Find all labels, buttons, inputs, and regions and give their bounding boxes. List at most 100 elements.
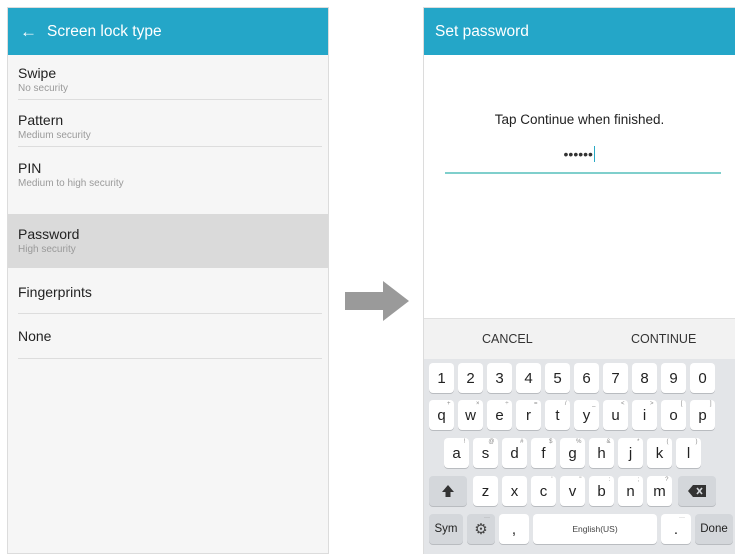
option-password[interactable]: Password High security bbox=[8, 214, 328, 268]
key-k[interactable]: (k bbox=[647, 438, 672, 468]
key-l[interactable]: ) l bbox=[676, 438, 701, 468]
password-field[interactable]: •••••• bbox=[424, 146, 735, 162]
key-i[interactable]: > i bbox=[632, 400, 657, 430]
key-q[interactable]: + q bbox=[429, 400, 454, 430]
settings-key[interactable]: ··· ⚙ bbox=[467, 514, 495, 544]
cancel-button[interactable]: CANCEL bbox=[482, 332, 533, 346]
period-key[interactable]: ··· . bbox=[661, 514, 691, 544]
continue-button[interactable]: CONTINUE bbox=[631, 332, 696, 346]
backspace-key[interactable] bbox=[678, 476, 716, 506]
key-4[interactable]: 4 bbox=[516, 363, 541, 393]
key-label: d bbox=[510, 444, 519, 462]
key-a[interactable]: ! a bbox=[444, 438, 469, 468]
key-c[interactable]: ' c bbox=[531, 476, 556, 506]
key-d[interactable]: # d bbox=[502, 438, 527, 468]
screen-lock-type-screen: ← Screen lock type Swipe No security Pat… bbox=[7, 7, 329, 554]
key-label: n bbox=[626, 482, 635, 500]
key-hint: ) bbox=[695, 439, 698, 445]
key-label: q bbox=[437, 406, 446, 424]
key-hint: % bbox=[576, 439, 582, 445]
key-hint: > bbox=[649, 401, 654, 407]
key-hint: ! bbox=[463, 439, 466, 445]
key-7[interactable]: 7 bbox=[603, 363, 628, 393]
key-3[interactable]: 3 bbox=[487, 363, 512, 393]
key-hint: [ bbox=[680, 401, 683, 407]
option-subtitle: Medium security bbox=[18, 130, 91, 141]
key-label: y bbox=[582, 406, 591, 424]
key-hint: = bbox=[533, 401, 538, 407]
option-pattern[interactable]: Pattern Medium security bbox=[8, 100, 328, 147]
key-z[interactable]: z bbox=[473, 476, 498, 506]
key-5[interactable]: 5 bbox=[545, 363, 570, 393]
comma-key[interactable]: , bbox=[499, 514, 529, 544]
key-label: g bbox=[568, 444, 577, 462]
key-s[interactable]: @ s bbox=[473, 438, 498, 468]
key-hint: ··· bbox=[679, 515, 685, 521]
key-v[interactable]: " v bbox=[560, 476, 585, 506]
space-key[interactable]: English(US) bbox=[533, 514, 657, 544]
key-o[interactable]: [o bbox=[661, 400, 686, 430]
key-w[interactable]: × w bbox=[458, 400, 483, 430]
key-hint: ; bbox=[637, 477, 640, 483]
password-value: •••••• bbox=[563, 146, 593, 162]
key-m[interactable]: ? m bbox=[647, 476, 672, 506]
option-title: Swipe bbox=[18, 65, 57, 81]
key-label: j bbox=[628, 444, 633, 462]
password-underline bbox=[445, 172, 721, 174]
key-hint: × bbox=[475, 401, 480, 407]
key-e[interactable]: ÷ e bbox=[487, 400, 512, 430]
key-label: w bbox=[465, 406, 476, 424]
right-arrow-icon bbox=[345, 281, 409, 321]
key-hint: & bbox=[606, 439, 611, 445]
key-hint: # bbox=[520, 439, 524, 445]
key-hint: < bbox=[620, 401, 625, 407]
option-pin[interactable]: PIN Medium to high security bbox=[8, 147, 328, 194]
key-n[interactable]: ; n bbox=[618, 476, 643, 506]
key-hint: ] bbox=[709, 401, 712, 407]
back-arrow-icon[interactable]: ← bbox=[20, 23, 37, 40]
key-j[interactable]: * j bbox=[618, 438, 643, 468]
key-hint: @ bbox=[488, 439, 495, 445]
key-1[interactable]: 1 bbox=[429, 363, 454, 393]
shift-key[interactable] bbox=[429, 476, 467, 506]
key-g[interactable]: % g bbox=[560, 438, 585, 468]
key-hint: " bbox=[579, 477, 582, 483]
keyboard: 1 2 3 4 5 6 7 8 9 0 + q × w ÷ e = r / t _ y < u… bbox=[424, 359, 735, 554]
key-9[interactable]: 9 bbox=[661, 363, 686, 393]
key-label: r bbox=[526, 406, 531, 424]
page-title: Screen lock type bbox=[47, 22, 162, 40]
key-2[interactable]: 2 bbox=[458, 363, 483, 393]
key-hint: + bbox=[446, 401, 451, 407]
key-label: b bbox=[597, 482, 606, 500]
key-label: e bbox=[495, 406, 504, 424]
key-x[interactable]: x bbox=[502, 476, 527, 506]
option-subtitle: No security bbox=[18, 83, 69, 94]
key-0[interactable]: 0 bbox=[690, 363, 715, 393]
app-bar: ← Screen lock type bbox=[8, 8, 328, 55]
key-p[interactable]: ] p bbox=[690, 400, 715, 430]
key-r[interactable]: = r bbox=[516, 400, 541, 430]
key-b[interactable]: :b bbox=[589, 476, 614, 506]
key-label: p bbox=[698, 406, 707, 424]
key-f[interactable]: $ f bbox=[531, 438, 556, 468]
key-label: x bbox=[510, 482, 519, 500]
key-h[interactable]: & h bbox=[589, 438, 614, 468]
key-hint: ··· bbox=[484, 515, 490, 521]
key-y[interactable]: _ y bbox=[574, 400, 599, 430]
key-6[interactable]: 6 bbox=[574, 363, 599, 393]
option-fingerprints[interactable]: Fingerprints bbox=[8, 268, 328, 314]
key-t[interactable]: / t bbox=[545, 400, 570, 430]
key-8[interactable]: 8 bbox=[632, 363, 657, 393]
key-label: f bbox=[541, 444, 546, 462]
option-none[interactable]: None bbox=[8, 314, 328, 359]
key-u[interactable]: < u bbox=[603, 400, 628, 430]
key-label: l bbox=[686, 444, 691, 462]
key-label: . bbox=[673, 520, 679, 538]
option-title: Password bbox=[18, 226, 80, 242]
sym-key[interactable]: Sym bbox=[429, 514, 463, 544]
key-label: t bbox=[555, 406, 560, 424]
done-key[interactable]: Done bbox=[695, 514, 733, 544]
option-swipe[interactable]: Swipe No security bbox=[8, 55, 328, 100]
option-subtitle: Medium to high security bbox=[18, 178, 124, 189]
key-label: o bbox=[669, 406, 678, 424]
